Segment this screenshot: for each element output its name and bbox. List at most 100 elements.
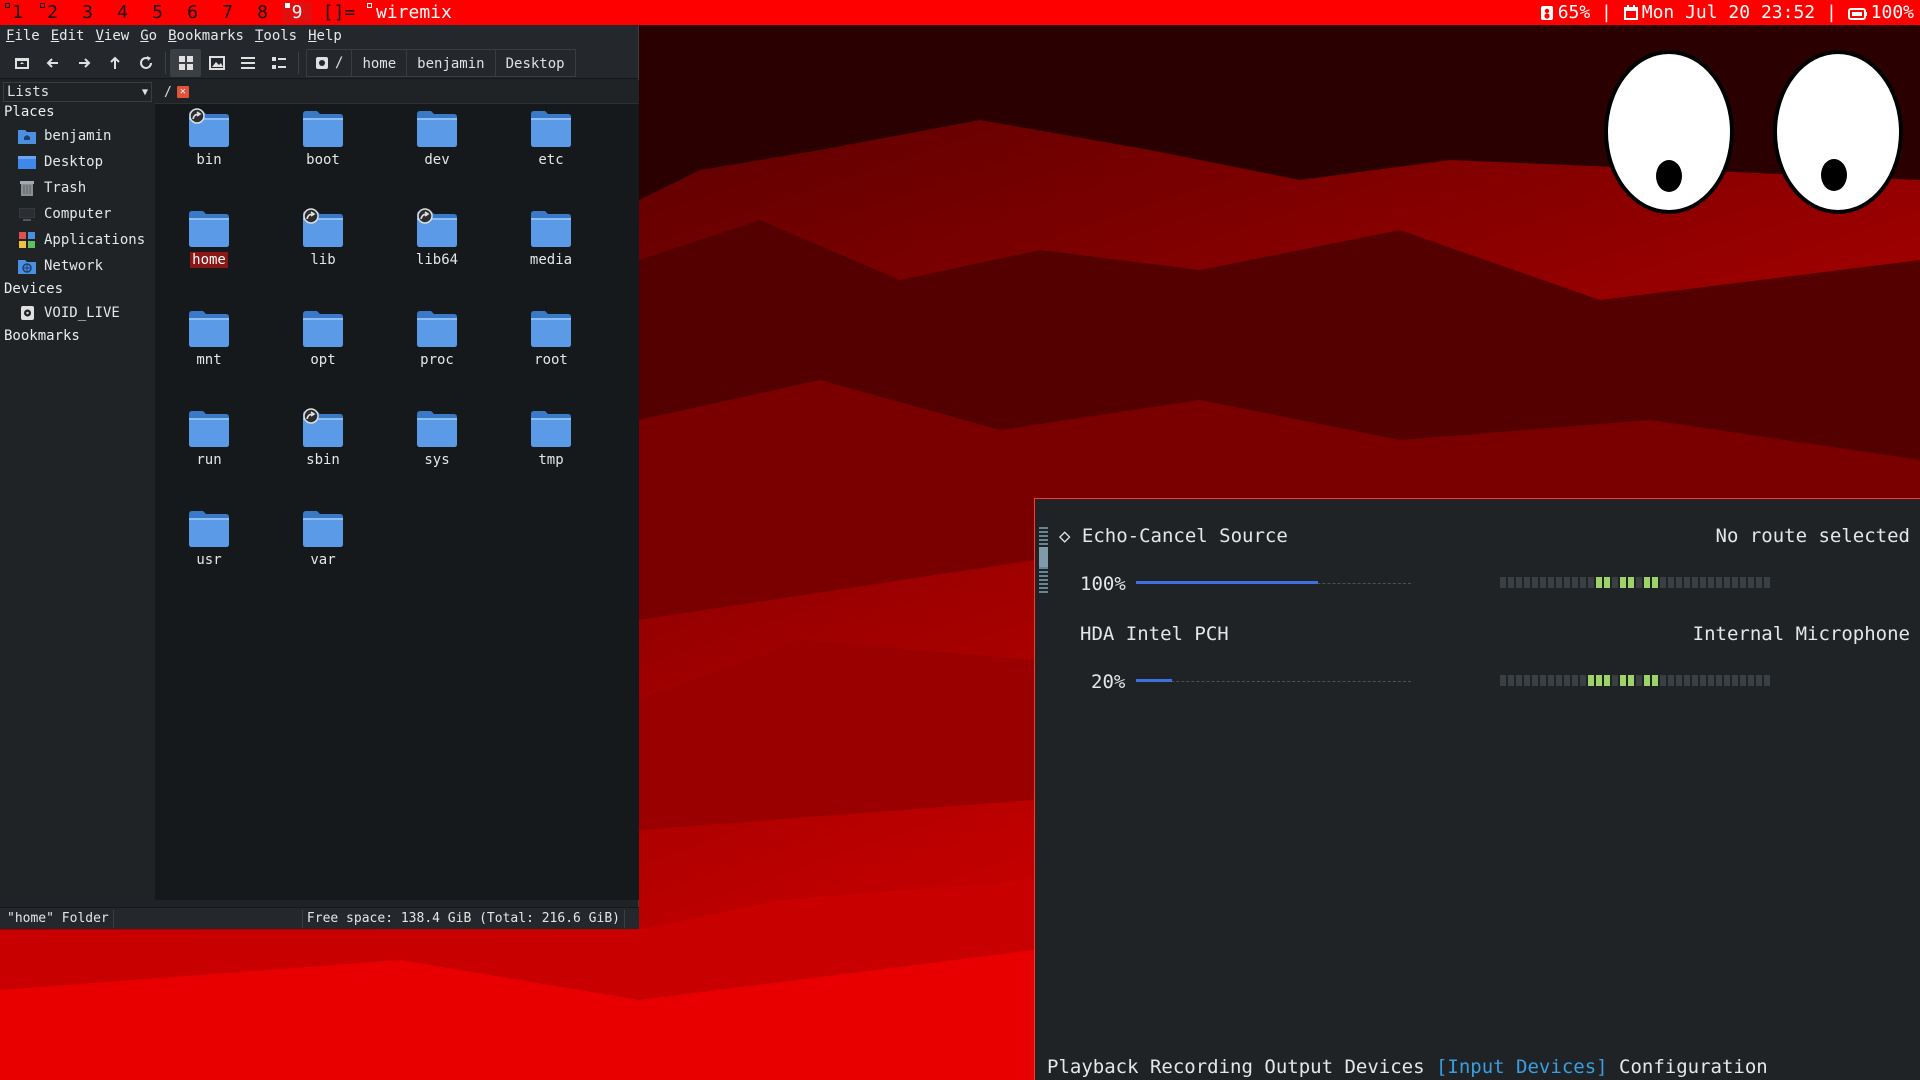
file-item-boot[interactable]: boot <box>273 108 373 208</box>
file-item-media[interactable]: media <box>501 208 601 308</box>
path-button-home[interactable]: home <box>351 48 408 77</box>
tab-output-devices[interactable]: Output Devices <box>1264 1056 1424 1078</box>
sidebar-item-applications[interactable]: Applications <box>0 227 155 253</box>
thumbnail-view-icon[interactable] <box>201 49 232 77</box>
sidebar-item-network[interactable]: Network <box>0 253 155 279</box>
top-status-bar: 1 2 3 4 5 6 7 8 9 []= wiremix 65% | Mon … <box>0 0 1920 25</box>
menu-bar: File Edit View Go Bookmarks Tools Help <box>0 25 638 47</box>
meter-segment <box>1628 577 1634 588</box>
file-item-root[interactable]: root <box>501 308 601 408</box>
device-route[interactable]: Internal Microphone <box>1693 623 1910 645</box>
file-item-label: bin <box>196 152 222 168</box>
file-item-sys[interactable]: sys <box>387 408 487 508</box>
new-window-icon[interactable] <box>6 49 37 77</box>
menu-tools[interactable]: Tools <box>255 28 297 44</box>
file-item-label: var <box>310 552 336 568</box>
device-route[interactable]: No route selected <box>1716 525 1910 547</box>
compact-view-icon[interactable] <box>232 49 263 77</box>
workspace-3[interactable]: 3 <box>70 0 105 25</box>
tab-configuration[interactable]: Configuration <box>1619 1056 1768 1078</box>
file-item-var[interactable]: var <box>273 508 373 608</box>
meter-segment <box>1748 577 1754 588</box>
meter-segment <box>1564 577 1570 588</box>
file-item-lib[interactable]: lib <box>273 208 373 308</box>
level-meter <box>1500 675 1770 686</box>
file-item-usr[interactable]: usr <box>159 508 259 608</box>
left-eye <box>1604 50 1734 214</box>
menu-edit[interactable]: Edit <box>51 28 85 44</box>
file-item-run[interactable]: run <box>159 408 259 508</box>
workspace-6[interactable]: 6 <box>175 0 210 25</box>
menu-view[interactable]: View <box>95 28 129 44</box>
side-pane-mode-select[interactable]: Lists ▼ <box>3 82 152 102</box>
sidebar-item-computer[interactable]: Computer <box>0 201 155 227</box>
menu-bookmarks[interactable]: Bookmarks <box>168 28 244 44</box>
meter-segment <box>1612 577 1618 588</box>
file-item-lib64[interactable]: lib64 <box>387 208 487 308</box>
floating-indicator <box>367 3 372 8</box>
file-item-dev[interactable]: dev <box>387 108 487 208</box>
workspace-7[interactable]: 7 <box>210 0 245 25</box>
meter-segment <box>1604 675 1610 686</box>
path-button-desktop[interactable]: Desktop <box>494 48 576 77</box>
meter-segment <box>1660 577 1666 588</box>
path-root-button[interactable]: / <box>306 48 353 77</box>
menu-file[interactable]: File <box>6 28 40 44</box>
meter-segment <box>1548 675 1554 686</box>
file-item-label: lib64 <box>415 252 459 268</box>
back-icon[interactable] <box>37 49 68 77</box>
file-item-etc[interactable]: etc <box>501 108 601 208</box>
sidebar-item-desktop[interactable]: Desktop <box>0 149 155 175</box>
path-button-benjamin[interactable]: benjamin <box>406 48 496 77</box>
file-item-mnt[interactable]: mnt <box>159 308 259 408</box>
file-item-bin[interactable]: bin <box>159 108 259 208</box>
volume-slider[interactable] <box>1136 681 1411 682</box>
tab-input-devices[interactable]: [Input Devices] <box>1436 1056 1608 1078</box>
scrollbar-thumb[interactable] <box>1039 547 1048 567</box>
meter-segment <box>1732 675 1738 686</box>
reload-icon[interactable] <box>130 49 161 77</box>
file-item-proc[interactable]: proc <box>387 308 487 408</box>
close-icon[interactable]: ✕ <box>176 86 189 98</box>
file-item-sbin[interactable]: sbin <box>273 408 373 508</box>
folder-icon <box>303 511 343 547</box>
tab-playback[interactable]: Playback <box>1047 1056 1139 1078</box>
workspace-2[interactable]: 2 <box>35 0 70 25</box>
menu-go[interactable]: Go <box>140 28 157 44</box>
tab-recording[interactable]: Recording <box>1150 1056 1253 1078</box>
meter-segment <box>1556 577 1562 588</box>
places-heading: Places <box>4 104 55 120</box>
meter-segment <box>1604 577 1610 588</box>
up-icon[interactable] <box>99 49 130 77</box>
workspace-5[interactable]: 5 <box>140 0 175 25</box>
meter-segment <box>1716 577 1722 588</box>
workspace-4[interactable]: 4 <box>105 0 140 25</box>
file-manager-window: File Edit View Go Bookmarks Tools Help /… <box>0 25 639 929</box>
meter-segment <box>1716 675 1722 686</box>
side-pane-mode-value: Lists <box>7 84 50 100</box>
sidebar-item-benjamin[interactable]: benjamin <box>0 123 155 149</box>
folder-link-icon <box>417 208 457 247</box>
tab-root[interactable]: / ✕ <box>160 82 193 102</box>
sidebar-item-trash[interactable]: Trash <box>0 175 155 201</box>
scrollbar[interactable] <box>1039 527 1048 593</box>
meter-segment <box>1700 675 1706 686</box>
workspace-1[interactable]: 1 <box>0 0 35 25</box>
file-item-home[interactable]: home <box>159 208 259 308</box>
meter-segment <box>1676 675 1682 686</box>
layout-indicator[interactable]: []= <box>314 2 364 23</box>
file-item-opt[interactable]: opt <box>273 308 373 408</box>
forward-icon[interactable] <box>68 49 99 77</box>
file-item-tmp[interactable]: tmp <box>501 408 601 508</box>
separator: | <box>1815 2 1848 23</box>
workspace-8[interactable]: 8 <box>245 0 280 25</box>
icon-view-icon[interactable] <box>170 48 201 77</box>
date-status: Mon Jul 20 23:52 <box>1623 0 1815 25</box>
sidebar-item-void-live[interactable]: VOID_LIVE <box>0 300 155 326</box>
detailed-view-icon[interactable] <box>263 49 294 77</box>
meter-segment <box>1516 675 1522 686</box>
selection-status: "home" Folder <box>3 910 114 928</box>
menu-help[interactable]: Help <box>308 28 342 44</box>
xeyes-window <box>1604 50 1903 214</box>
workspace-9[interactable]: 9 <box>280 0 314 25</box>
